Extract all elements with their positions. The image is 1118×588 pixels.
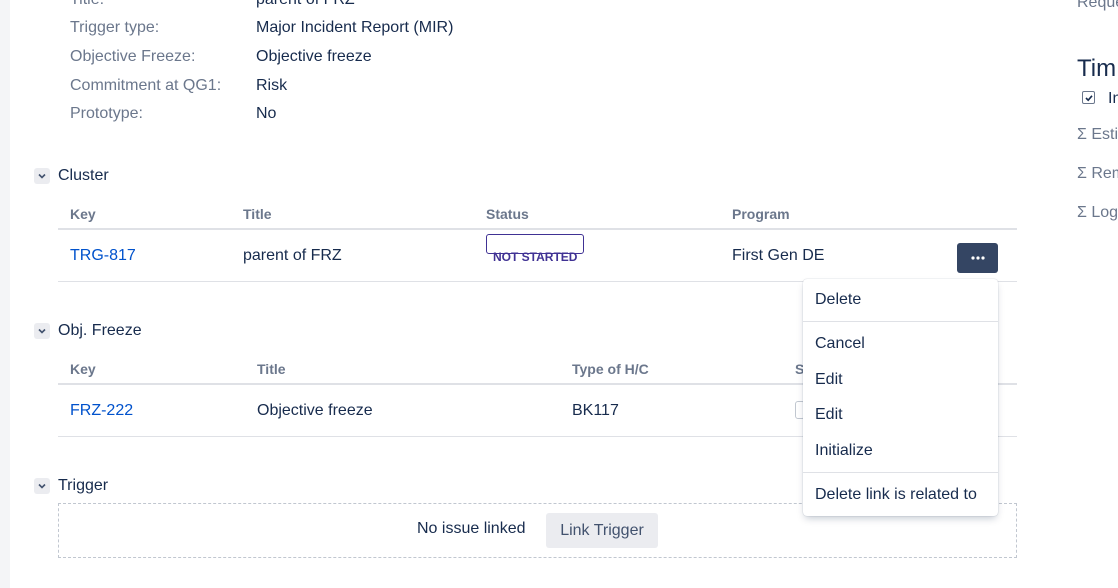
menu-divider <box>803 321 998 322</box>
field-objective-freeze: Objective Freeze: Objective freeze <box>70 45 372 69</box>
menu-item-edit[interactable]: Edit <box>803 404 998 426</box>
field-label: Commitment at QG1: <box>70 77 222 94</box>
field-value: No <box>256 105 277 122</box>
menu-item-initialize[interactable]: Initialize <box>803 440 998 462</box>
empty-state-text: No issue linked <box>417 520 526 537</box>
field-commitment: Commitment at QG1: Risk <box>70 74 287 98</box>
issue-program: First Gen DE <box>732 247 825 264</box>
chevron-down-icon[interactable] <box>34 323 50 339</box>
menu-item-delete-link[interactable]: Delete link is related to <box>803 484 998 506</box>
objfreeze-section-header: Obj. Freeze <box>34 319 142 343</box>
chevron-down-icon[interactable] <box>34 168 50 184</box>
field-value: Major Incident Report (MIR) <box>256 19 454 36</box>
issue-title: parent of FRZ <box>243 247 342 264</box>
cluster-section-header: Cluster <box>34 164 109 188</box>
section-title: Cluster <box>58 167 109 184</box>
field-title: Title: parent of FRZ <box>70 0 355 12</box>
include-subtasks-checkbox[interactable] <box>1082 91 1095 104</box>
remaining-label: Σ Rem <box>1077 165 1118 182</box>
check-icon <box>1084 94 1093 101</box>
column-header-status: Status <box>486 206 529 222</box>
field-value: Objective freeze <box>256 48 372 65</box>
column-header-program: Program <box>732 206 790 222</box>
field-value: Risk <box>256 77 288 94</box>
link-trigger-button[interactable]: Link Trigger <box>546 513 658 548</box>
checkbox-label: In <box>1108 90 1118 107</box>
section-title: Trigger <box>58 477 109 494</box>
menu-item-edit[interactable]: Edit <box>803 369 998 391</box>
actions-dropdown-menu: Delete Cancel Edit Edit Initialize Delet… <box>803 279 998 516</box>
field-label: Objective Freeze: <box>70 48 196 65</box>
column-header-title: Title <box>243 206 272 222</box>
field-label: Trigger type: <box>70 19 160 36</box>
right-panel-label: Reque <box>1077 0 1118 11</box>
field-trigger-type: Trigger type: Major Incident Report (MIR… <box>70 16 453 40</box>
more-icon <box>970 256 985 260</box>
logged-label: Σ Log <box>1077 204 1118 221</box>
menu-divider <box>803 472 998 473</box>
field-value: parent of FRZ <box>256 0 355 9</box>
column-header-type: Type of H/C <box>572 361 649 377</box>
menu-item-delete[interactable]: Delete <box>803 289 998 311</box>
issue-title: Objective freeze <box>257 402 373 419</box>
issue-type: BK117 <box>572 402 619 419</box>
field-label: Title: <box>70 0 256 9</box>
more-actions-button[interactable] <box>957 243 998 273</box>
column-header-title: Title <box>257 361 286 377</box>
cluster-table-header: Key Title Status Program <box>58 200 1017 230</box>
section-title: Obj. Freeze <box>58 322 142 339</box>
column-header-key: Key <box>70 206 96 222</box>
menu-item-cancel[interactable]: Cancel <box>803 333 998 355</box>
chevron-down-icon[interactable] <box>34 478 50 494</box>
trigger-section-header: Trigger <box>34 474 108 498</box>
column-header-key: Key <box>70 361 96 377</box>
issue-key-link[interactable]: TRG-817 <box>70 234 136 278</box>
table-row: TRG-817 parent of FRZ NOT STARTED First … <box>58 234 1017 282</box>
field-label: Prototype: <box>70 105 143 122</box>
estimated-label: Σ Estim <box>1077 126 1118 143</box>
issue-key-link[interactable]: FRZ-222 <box>70 389 133 433</box>
field-prototype: Prototype: No <box>70 102 276 126</box>
left-panel-edge <box>0 0 10 588</box>
status-badge: NOT STARTED <box>486 234 585 264</box>
time-tracking-title: Tim <box>1077 55 1117 82</box>
